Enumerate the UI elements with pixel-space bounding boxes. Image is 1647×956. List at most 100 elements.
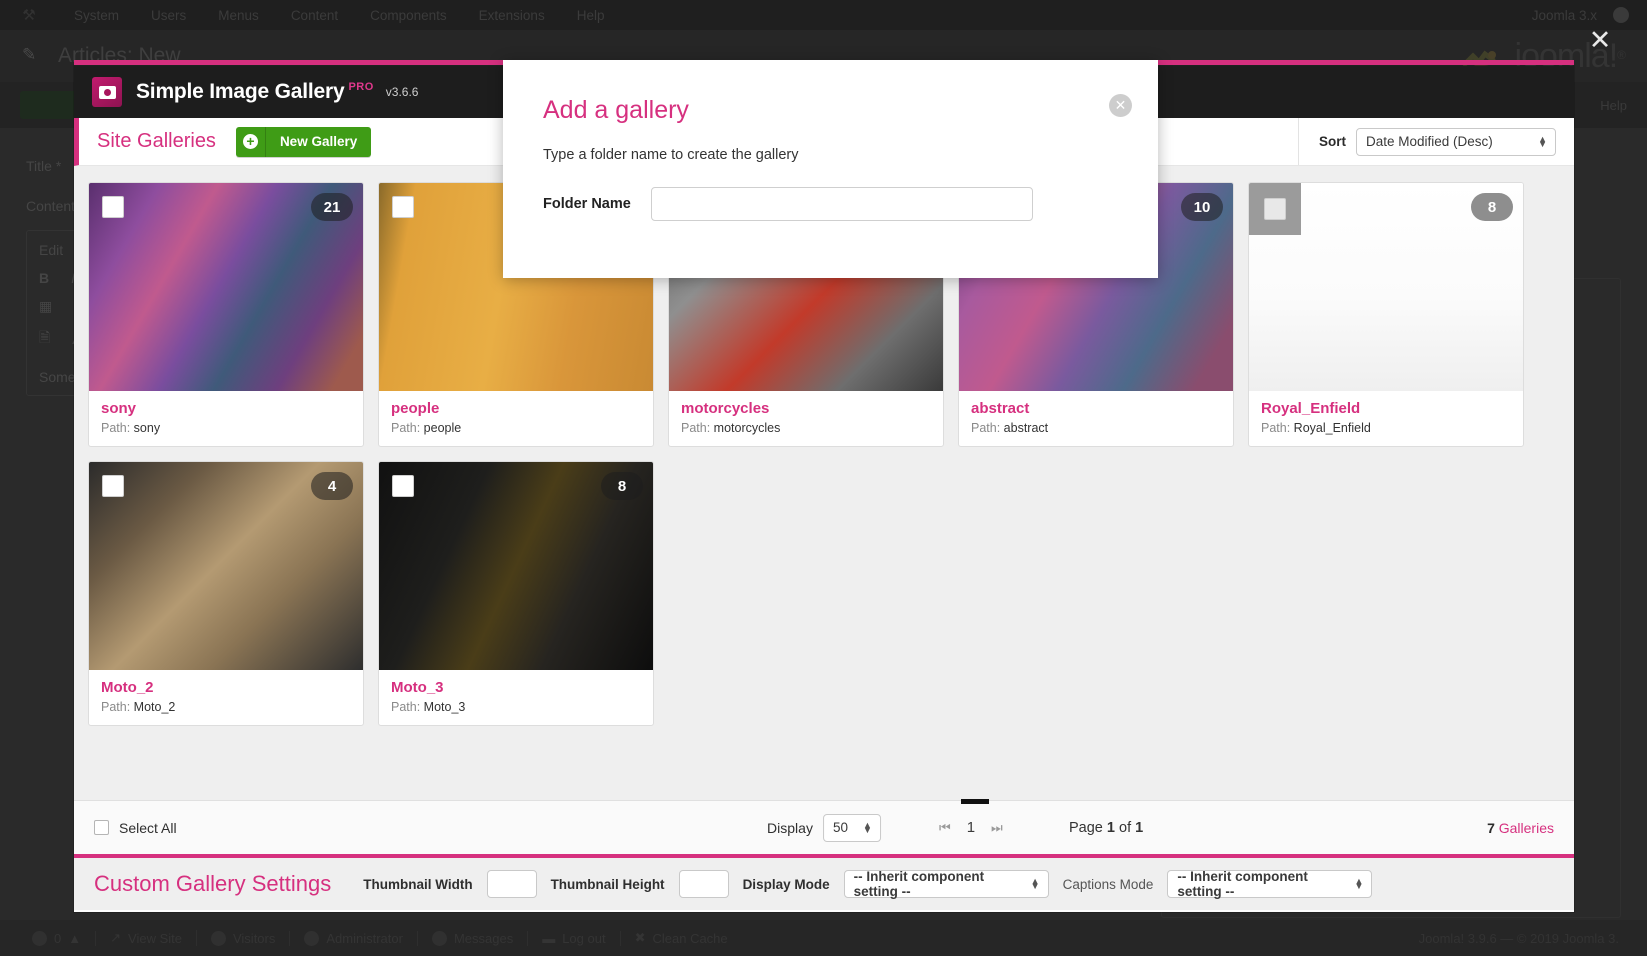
gallery-path-label: Path:	[391, 421, 421, 435]
plus-icon: +	[236, 126, 266, 157]
logout-label: Log out	[562, 930, 606, 946]
chevron-updown-icon-cmode: ▲ ▼	[1354, 876, 1364, 891]
menu-item-users[interactable]: Users	[135, 8, 202, 23]
joomla-top-menubar: ⚒ System Users Menus Content Components …	[0, 0, 1647, 30]
messages-icon	[431, 930, 447, 946]
user-avatar-icon[interactable]	[1613, 7, 1629, 23]
gallery-path: Path: Royal_Enfield	[1261, 421, 1511, 435]
gallery-path: Path: people	[391, 421, 641, 435]
gallery-meta: motorcycles Path: motorcycles	[669, 391, 943, 446]
modal-close-icon[interactable]: ✕	[1109, 94, 1132, 117]
thumbnail-height-input[interactable]	[678, 870, 729, 898]
status-clean-cache[interactable]: ✖ Clean Cache	[621, 930, 742, 946]
sig-version: v3.6.6	[385, 85, 419, 99]
image-count-badge: 21	[311, 193, 353, 221]
menu-item-components[interactable]: Components	[354, 8, 463, 23]
gallery-name[interactable]: people	[391, 400, 641, 417]
overlay-close-button[interactable]: ✕	[1587, 27, 1613, 54]
captions-mode-select[interactable]: -- Inherit component setting -- ▲ ▼	[1167, 869, 1373, 899]
chevron-updown-icon-display: ▲ ▼	[863, 819, 872, 835]
thumbnail-width-label: Thumbnail Width	[363, 876, 473, 892]
gallery-name[interactable]: Royal_Enfield	[1261, 400, 1511, 417]
status-administrator[interactable]: Administrator	[290, 930, 418, 946]
gallery-select-checkbox[interactable]	[102, 196, 124, 218]
menu-item-menus[interactable]: Menus	[202, 8, 275, 23]
gallery-path-value: Royal_Enfield	[1293, 421, 1371, 435]
sort-label: Sort	[1319, 134, 1346, 149]
gallery-path: Path: motorcycles	[681, 421, 931, 435]
gallery-path-value: motorcycles	[713, 421, 781, 435]
gallery-path: Path: Moto_3	[391, 700, 641, 714]
visitors-count-value: 0	[54, 930, 62, 946]
editor-edit-menu[interactable]: Edit	[39, 242, 63, 258]
new-gallery-label: New Gallery	[279, 134, 358, 149]
display-mode-select[interactable]: -- Inherit component setting -- ▲ ▼	[843, 869, 1049, 899]
gallery-card[interactable]: 8 Moto_3 Path: Moto_3	[378, 461, 654, 726]
menu-item-extensions[interactable]: Extensions	[463, 8, 561, 23]
status-view-site[interactable]: ↗ View Site	[96, 930, 197, 946]
select-all-control[interactable]: Select All	[94, 820, 177, 836]
logout-icon: ▬	[542, 930, 556, 946]
gallery-count-number: 7	[1487, 819, 1495, 836]
gallery-name[interactable]: motorcycles	[681, 400, 931, 417]
gallery-name[interactable]: Moto_2	[101, 679, 351, 696]
custom-gallery-settings-bar: Custom Gallery Settings Thumbnail Width …	[74, 854, 1574, 910]
sort-select-value: Date Modified (Desc)	[1366, 134, 1493, 149]
folder-name-input[interactable]	[650, 187, 1033, 221]
clean-cache-label: Clean Cache	[652, 930, 728, 946]
gallery-path-label: Path:	[971, 421, 1001, 435]
status-visitors[interactable]: Visitors	[197, 930, 291, 946]
gallery-select-checkbox[interactable]	[1264, 198, 1286, 220]
gallery-card[interactable]: 8 Royal_Enfield Path: Royal_Enfield	[1248, 182, 1524, 447]
gallery-path-label: Path:	[1261, 421, 1291, 435]
gallery-path-label: Path:	[101, 421, 131, 435]
insert-article-icon[interactable]: 🗎	[39, 327, 50, 351]
toolbar-help[interactable]: Help	[1600, 98, 1627, 113]
external-link-icon: ↗	[110, 930, 122, 945]
menu-item-content[interactable]: Content	[275, 8, 354, 23]
gallery-name[interactable]: Moto_3	[391, 679, 641, 696]
gallery-path-value: abstract	[1003, 421, 1049, 435]
first-page-icon[interactable]: ⏮	[939, 820, 951, 836]
status-logout[interactable]: ▬ Log out	[528, 930, 621, 946]
folder-name-label: Folder Name	[543, 196, 631, 212]
folder-name-row: Folder Name	[543, 187, 1118, 221]
gallery-select-checkbox[interactable]	[392, 475, 414, 497]
gallery-count-label: Galleries	[1498, 819, 1554, 836]
display-select-value: 50	[832, 820, 848, 835]
gallery-name[interactable]: abstract	[971, 400, 1221, 417]
gallery-select-checkbox[interactable]	[392, 196, 414, 218]
select-all-checkbox[interactable]	[94, 820, 109, 835]
section-title: Site Galleries	[97, 130, 216, 152]
sort-select[interactable]: Date Modified (Desc) ▲ ▼	[1356, 127, 1556, 156]
page-of-middle: of	[1119, 819, 1132, 836]
gallery-card[interactable]: 4 Moto_2 Path: Moto_2	[88, 461, 364, 726]
status-visitors-count[interactable]: 0 ▲	[18, 930, 97, 946]
gallery-name[interactable]: sony	[101, 400, 351, 417]
page-of-current: 1	[1106, 819, 1115, 836]
status-messages[interactable]: Messages	[418, 930, 529, 946]
select-all-label: Select All	[119, 819, 177, 836]
administrator-label: Administrator	[326, 930, 403, 946]
joomla-version-link[interactable]: Joomla 3.x	[1532, 8, 1597, 23]
display-select[interactable]: 50 ▲ ▼	[822, 813, 881, 842]
current-page-number[interactable]: 1	[960, 799, 990, 836]
visitors-icon	[210, 930, 226, 946]
gallery-select-checkbox[interactable]	[102, 475, 124, 497]
gallery-meta: sony Path: sony	[89, 391, 363, 446]
page-of-indicator: Page 1 of 1	[1069, 820, 1143, 836]
menu-item-system[interactable]: System	[58, 8, 135, 23]
last-page-icon[interactable]: ⏭	[991, 820, 1003, 836]
table-icon[interactable]: ▦	[39, 298, 52, 315]
bold-button[interactable]: B	[39, 270, 49, 286]
new-gallery-button[interactable]: + New Gallery	[235, 126, 372, 157]
gallery-card[interactable]: 21 sony Path: sony	[88, 182, 364, 447]
gallery-thumbnail: 21	[89, 183, 363, 391]
menu-item-help[interactable]: Help	[561, 8, 621, 23]
gallery-footer-toolbar: Select All Display 50 ▲ ▼ ⏮ 1 ⏭ Page 1 of…	[74, 799, 1574, 854]
thumbnail-width-input[interactable]	[486, 870, 537, 898]
joomla-top-right: Joomla 3.x	[1532, 7, 1629, 23]
display-label: Display	[767, 819, 813, 836]
add-gallery-modal: Add a gallery Type a folder name to crea…	[503, 60, 1158, 278]
gallery-path-value: people	[423, 421, 462, 435]
